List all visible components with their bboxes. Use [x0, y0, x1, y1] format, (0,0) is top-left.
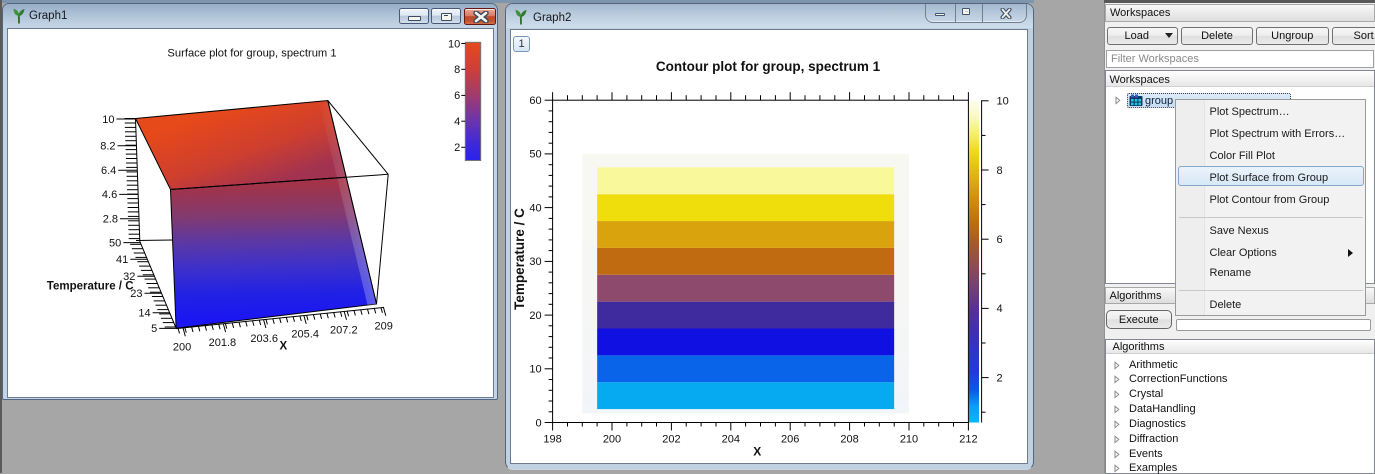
svg-text:207.2: 207.2: [330, 324, 358, 336]
svg-text:40: 40: [529, 202, 541, 214]
svg-text:209: 209: [375, 320, 393, 332]
svg-text:6: 6: [454, 90, 460, 102]
svg-text:200: 200: [603, 434, 621, 446]
svg-text:5: 5: [151, 323, 157, 335]
svg-text:210: 210: [900, 434, 918, 446]
svg-text:10: 10: [529, 364, 541, 376]
svg-text:4: 4: [997, 303, 1003, 315]
svg-text:8.2: 8.2: [100, 141, 115, 153]
svg-text:200: 200: [173, 342, 191, 354]
svg-text:50: 50: [529, 149, 541, 161]
svg-text:30: 30: [529, 256, 541, 268]
svg-text:14: 14: [138, 308, 150, 320]
svg-text:198: 198: [543, 434, 561, 446]
svg-text:2: 2: [454, 142, 460, 154]
svg-text:204: 204: [722, 434, 740, 446]
svg-text:Temperature / C: Temperature / C: [47, 281, 134, 293]
svg-text:41: 41: [116, 254, 128, 266]
svg-text:208: 208: [840, 434, 858, 446]
svg-text:4.6: 4.6: [102, 189, 117, 201]
svg-text:8: 8: [454, 64, 460, 76]
svg-text:X: X: [753, 445, 761, 459]
svg-text:Contour plot for group, spectr: Contour plot for group, spectrum 1: [656, 59, 881, 74]
svg-text:20: 20: [529, 310, 541, 322]
svg-text:202: 202: [662, 434, 680, 446]
svg-text:0: 0: [535, 417, 541, 429]
svg-text:201.8: 201.8: [209, 337, 237, 349]
svg-text:2.8: 2.8: [103, 214, 118, 226]
svg-text:203.6: 203.6: [250, 333, 278, 345]
svg-text:Surface plot for group, spectr: Surface plot for group, spectrum 1: [167, 48, 336, 60]
svg-text:8: 8: [997, 165, 1003, 177]
svg-text:4: 4: [454, 116, 460, 128]
svg-text:6: 6: [997, 234, 1003, 246]
svg-text:212: 212: [959, 434, 977, 446]
svg-text:Temperature / C: Temperature / C: [512, 208, 527, 310]
svg-text:10: 10: [448, 38, 460, 50]
svg-text:10: 10: [102, 114, 114, 126]
svg-text:6.4: 6.4: [101, 165, 116, 177]
svg-text:X: X: [279, 341, 287, 353]
svg-text:60: 60: [529, 95, 541, 107]
svg-text:50: 50: [109, 237, 121, 249]
svg-text:206: 206: [781, 434, 799, 446]
svg-text:10: 10: [997, 96, 1009, 108]
svg-text:2: 2: [997, 372, 1003, 384]
svg-text:205.4: 205.4: [291, 328, 319, 340]
